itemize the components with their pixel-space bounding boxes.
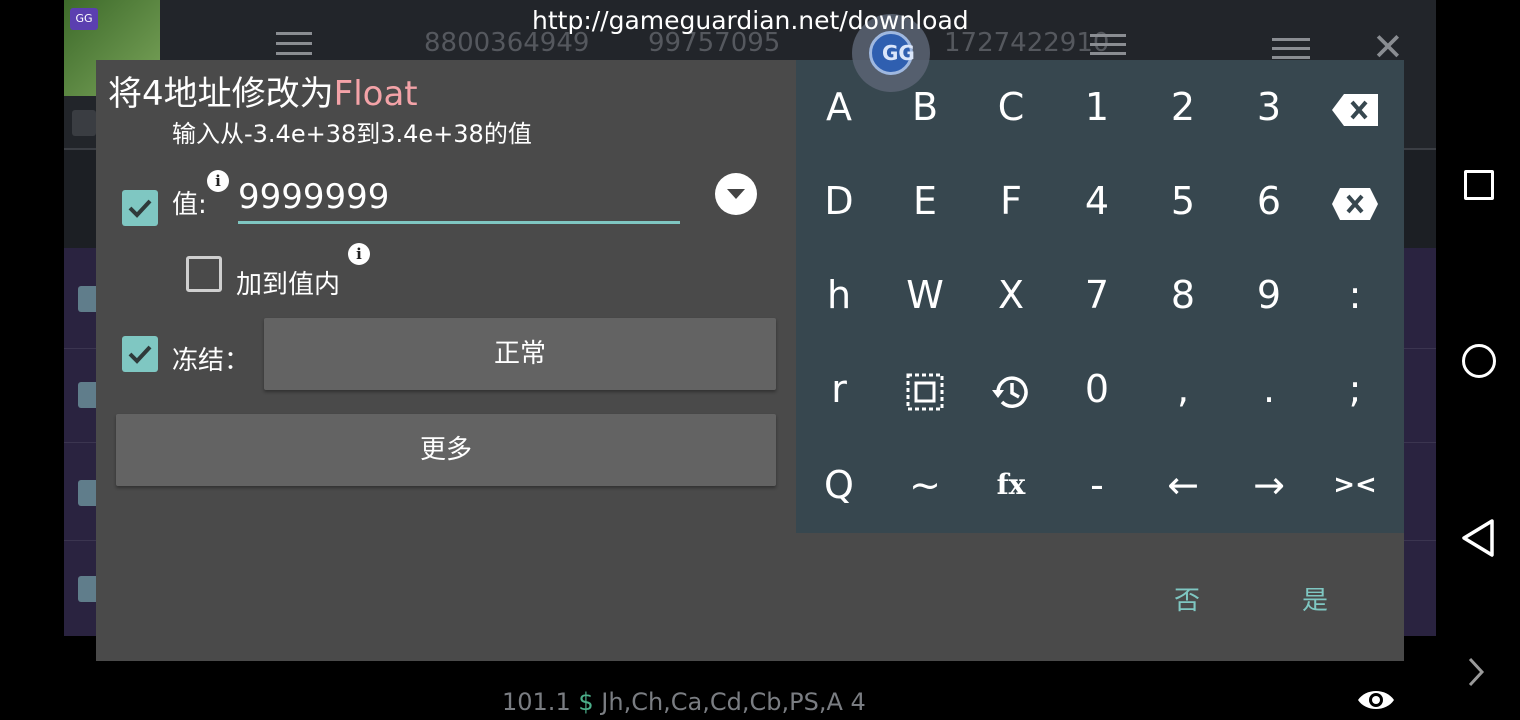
key-0[interactable]: 0: [1054, 342, 1140, 436]
key-cursor-right[interactable]: →: [1226, 438, 1312, 532]
more-button[interactable]: 更多: [116, 414, 776, 486]
value-history-dropdown-button[interactable]: [715, 173, 757, 215]
info-icon[interactable]: i: [207, 170, 229, 192]
key-colon[interactable]: :: [1312, 248, 1398, 342]
key-2[interactable]: 2: [1140, 60, 1226, 154]
yes-button[interactable]: 是: [1302, 580, 1328, 617]
key-6[interactable]: 6: [1226, 154, 1312, 248]
add-to-value-checkbox[interactable]: [186, 256, 222, 292]
chevron-right-icon[interactable]: [1466, 656, 1486, 688]
menu-icon: [1272, 38, 1310, 60]
key-cursor-left[interactable]: ←: [1140, 438, 1226, 532]
backspace-icon[interactable]: [1312, 60, 1398, 154]
dialog-title: 将4地址修改为Float: [108, 66, 418, 115]
freeze-label: 冻结：: [172, 346, 251, 376]
background-strip: [72, 110, 96, 136]
history-icon[interactable]: [968, 342, 1054, 436]
android-nav-bar: [1436, 0, 1520, 720]
info-icon[interactable]: i: [348, 243, 370, 265]
edit-value-dialog: 将4地址修改为Float 输入从-3.4e+38到3.4e+38的值 值: i …: [96, 60, 1404, 661]
hex-keyboard: A B C 1 2 3 D E F 4 5 6 h W X 7 8 9: r …: [796, 60, 1404, 533]
home-circle-icon[interactable]: [1462, 344, 1496, 378]
value-input[interactable]: [238, 172, 680, 224]
key-q[interactable]: Q: [796, 438, 882, 532]
sliders-icon: [276, 30, 312, 58]
key-h[interactable]: h: [796, 248, 882, 342]
status-regions: Jh,Ch,Ca,Cd,Cb,PS,A: [601, 688, 843, 716]
dialog-title-prefix: 将4地址修改为: [108, 74, 334, 114]
status-value: 101.1: [502, 688, 571, 716]
eye-icon[interactable]: [1356, 686, 1396, 714]
dialog-title-type: Float: [333, 74, 418, 114]
value-label: 值:: [172, 190, 207, 220]
no-button[interactable]: 否: [1174, 580, 1200, 617]
key-collapse[interactable]: ><: [1312, 438, 1398, 532]
dialog-subtitle: 输入从-3.4e+38到3.4e+38的值: [172, 120, 532, 148]
bottom-status-text: 101.1 $ Jh,Ch,Ca,Cd,Cb,PS,A 4: [502, 688, 866, 716]
status-symbol: $: [578, 688, 594, 716]
key-period[interactable]: .: [1226, 342, 1312, 436]
key-fx[interactable]: fx: [968, 438, 1054, 532]
key-semicolon[interactable]: ;: [1312, 342, 1398, 436]
key-7[interactable]: 7: [1054, 248, 1140, 342]
add-to-value-label: 加到值内: [236, 270, 341, 300]
key-minus[interactable]: -: [1054, 438, 1140, 532]
list-icon: [1090, 34, 1126, 56]
key-tilde[interactable]: ~: [882, 438, 968, 532]
status-count: 4: [850, 688, 866, 716]
key-1[interactable]: 1: [1054, 60, 1140, 154]
screen: GG 8800364949 99757095 1727422910 ✕ 101.…: [0, 0, 1520, 720]
freeze-mode-button[interactable]: 正常: [264, 318, 776, 390]
key-c[interactable]: C: [968, 60, 1054, 154]
key-5[interactable]: 5: [1140, 154, 1226, 248]
key-9[interactable]: 9: [1226, 248, 1312, 342]
key-4[interactable]: 4: [1054, 154, 1140, 248]
key-d[interactable]: D: [796, 154, 882, 248]
background-number: 1727422910: [944, 28, 1110, 58]
key-comma[interactable]: ,: [1140, 342, 1226, 436]
recents-square-icon[interactable]: [1464, 170, 1494, 200]
back-triangle-icon[interactable]: [1460, 518, 1496, 558]
key-x[interactable]: X: [968, 248, 1054, 342]
key-3[interactable]: 3: [1226, 60, 1312, 154]
key-r[interactable]: r: [796, 342, 882, 436]
url-overlay: http://gameguardian.net/download: [532, 6, 969, 35]
key-e[interactable]: E: [882, 154, 968, 248]
key-w[interactable]: W: [882, 248, 968, 342]
clear-icon[interactable]: [1312, 154, 1398, 248]
value-checkbox[interactable]: [122, 190, 158, 226]
key-f[interactable]: F: [968, 154, 1054, 248]
freeze-checkbox[interactable]: [122, 336, 158, 372]
key-8[interactable]: 8: [1140, 248, 1226, 342]
select-all-icon[interactable]: [882, 342, 968, 436]
chevron-down-icon: [727, 189, 745, 199]
